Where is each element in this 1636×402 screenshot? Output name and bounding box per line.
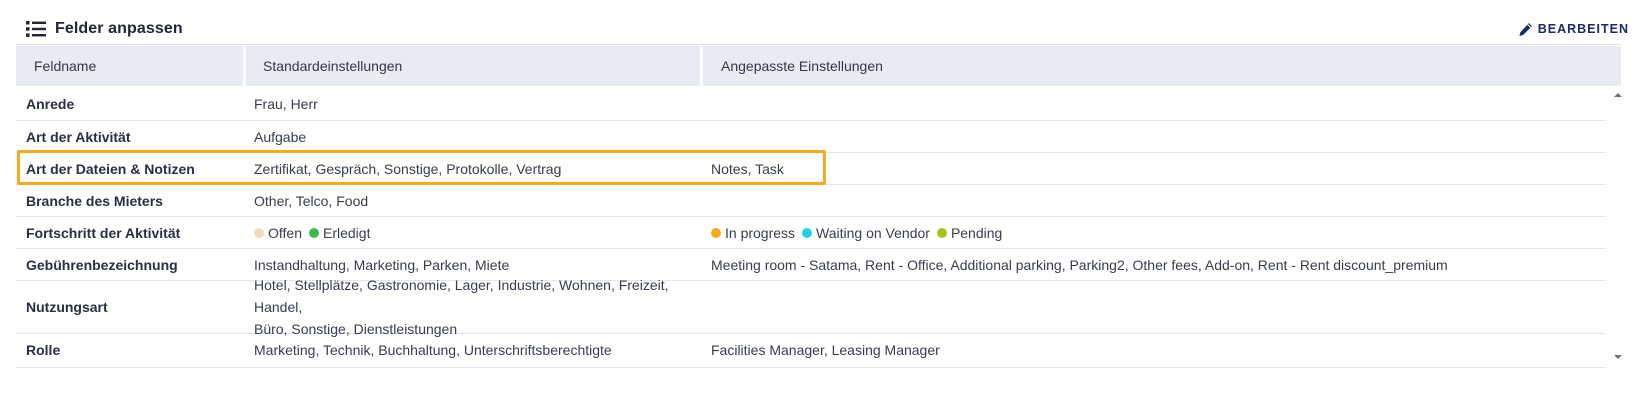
- field-name: Anrede: [26, 96, 75, 112]
- field-name: Nutzungsart: [26, 299, 108, 315]
- status-label: Pending: [950, 224, 1003, 241]
- custom-values: [711, 121, 1591, 152]
- custom-fields-panel: Felder anpassen BEARBEITEN Feldname Stan…: [0, 0, 1636, 402]
- table-body[interactable]: Anrede Frau, Herr Art der Aktivität Aufg…: [16, 88, 1605, 368]
- table-row[interactable]: Art der Dateien & Notizen Zertifikat, Ge…: [16, 153, 1605, 185]
- column-header-default-settings: Standardeinstellungen: [246, 46, 700, 86]
- status-dot: [711, 227, 721, 238]
- default-values: Other, Telco, Food: [254, 192, 369, 209]
- field-name: Fortschritt der Aktivität: [26, 224, 181, 241]
- default-values: Hotel, Stellplätze, Gastronomie, Lager, …: [254, 277, 709, 337]
- custom-values: [711, 281, 1591, 333]
- status-chip: Waiting on Vendor: [802, 222, 930, 244]
- status-chip: Erledigt: [309, 222, 370, 244]
- status-label: In progress: [725, 224, 796, 241]
- field-name: Art der Dateien & Notizen: [26, 160, 195, 177]
- edit-button[interactable]: BEARBEITEN: [1518, 14, 1629, 44]
- table-header: Feldname Standardeinstellungen Angepasst…: [16, 46, 1621, 86]
- panel-title: Felder anpassen: [55, 20, 183, 37]
- field-name: Gebührenbezeichnung: [26, 256, 178, 273]
- column-header-fieldname: Feldname: [16, 46, 243, 86]
- status-dot: [802, 227, 813, 238]
- custom-values: Meeting room - Satama, Rent - Office, Ad…: [711, 256, 1448, 273]
- pencil-icon: [1519, 22, 1532, 36]
- table-row[interactable]: Branche des Mieters Other, Telco, Food: [16, 185, 1605, 217]
- status-label: Erledigt: [323, 224, 371, 241]
- default-values: Frau, Herr: [254, 96, 318, 112]
- default-values: Marketing, Technik, Buchhaltung, Untersc…: [254, 342, 612, 358]
- status-label: Waiting on Vendor: [816, 224, 930, 241]
- status-chip: Offen: [254, 222, 302, 244]
- status-label: Offen: [268, 224, 302, 241]
- status-dot: [309, 227, 319, 238]
- custom-values: [711, 185, 1591, 216]
- status-dot: [936, 227, 947, 238]
- field-name: Art der Aktivität: [26, 128, 131, 145]
- table-row[interactable]: Art der Aktivität Aufgabe: [16, 121, 1605, 153]
- list-icon: [26, 21, 46, 37]
- custom-values: Notes, Task: [711, 160, 784, 177]
- column-header-custom-settings: Angepasste Einstellungen: [703, 46, 1621, 86]
- custom-values: In progress Waiting on Vendor Pending: [711, 217, 1591, 248]
- custom-values: Facilities Manager, Leasing Manager: [711, 342, 940, 358]
- status-dot: [254, 227, 264, 238]
- custom-values: [711, 88, 1591, 120]
- divider: [16, 44, 1621, 45]
- status-chip: In progress: [711, 222, 795, 244]
- default-values: Offen Erledigt: [254, 217, 709, 248]
- default-values: Zertifikat, Gespräch, Sonstige, Protokol…: [254, 160, 562, 177]
- field-name: Rolle: [26, 342, 61, 358]
- scroll-down-arrow-icon[interactable]: [1612, 352, 1624, 362]
- default-values: Aufgabe: [254, 128, 307, 145]
- title-group: Felder anpassen: [26, 14, 183, 44]
- table-row[interactable]: Nutzungsart Hotel, Stellplätze, Gastrono…: [16, 277, 1605, 337]
- field-name: Branche des Mieters: [26, 192, 163, 209]
- table-row[interactable]: Fortschritt der Aktivität Offen Erledigt…: [16, 217, 1605, 249]
- table-row[interactable]: Rolle Marketing, Technik, Buchhaltung, U…: [16, 334, 1605, 366]
- edit-button-label: BEARBEITEN: [1537, 22, 1629, 36]
- table-row[interactable]: Anrede Frau, Herr: [16, 88, 1605, 121]
- panel-header: Felder anpassen BEARBEITEN: [26, 14, 1636, 44]
- status-chip: Pending: [936, 222, 1003, 244]
- divider: [16, 367, 1605, 368]
- default-values-line: Hotel, Stellplätze, Gastronomie, Lager, …: [254, 277, 669, 315]
- scroll-up-arrow-icon[interactable]: [1612, 90, 1624, 100]
